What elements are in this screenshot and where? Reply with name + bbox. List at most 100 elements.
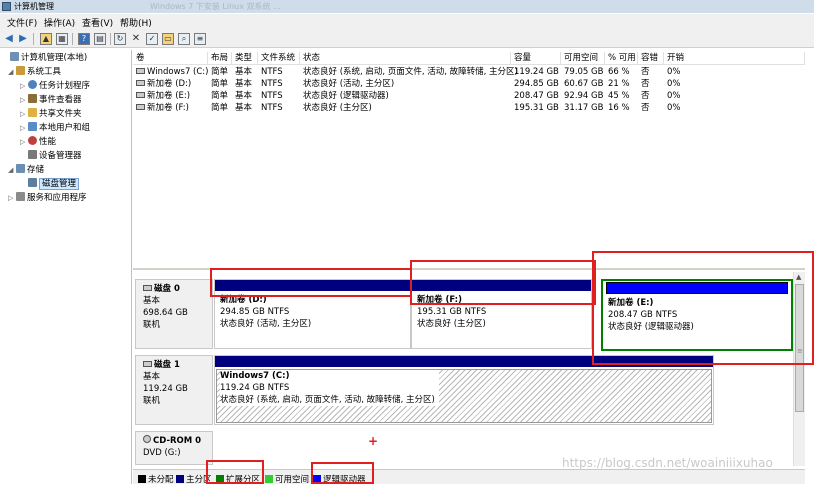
- menu-view[interactable]: 查看(V): [82, 16, 113, 29]
- table-cell: 状态良好 (活动, 主分区): [303, 79, 395, 89]
- table-cell-volume[interactable]: Windows7 (C:): [133, 66, 208, 78]
- table-cell: NTFS: [261, 67, 283, 77]
- expand-icon[interactable]: ▷: [20, 136, 28, 149]
- expand-icon[interactable]: ▷: [8, 192, 16, 205]
- column-header-layout[interactable]: 布局: [208, 52, 232, 65]
- expand-icon[interactable]: ▷: [20, 108, 28, 121]
- settings-icon[interactable]: ≡: [194, 33, 206, 45]
- services-icon: [16, 192, 25, 201]
- volume-list: 卷 布局 类型 文件系统 状态 容量 可用空间 % 可用 容错 开销 Windo…: [133, 52, 805, 267]
- tree-item-local-users[interactable]: ▷ 本地用户和组: [20, 122, 90, 135]
- tree-item-shared-folders[interactable]: ▷ 共享文件夹: [20, 108, 82, 121]
- table-cell: 否: [641, 79, 650, 89]
- table-cell: 208.47 GB: [514, 91, 559, 101]
- cdrom-icon: [143, 435, 151, 443]
- disk-1-type: 基本: [143, 372, 161, 382]
- title-bar: 计算机管理 Windows 7 下安装 Linux 双系统 ...: [0, 0, 814, 13]
- table-cell: 基本: [235, 91, 253, 101]
- search-icon[interactable]: ⌕: [178, 33, 190, 45]
- legend-free-space: 可用空间: [265, 473, 309, 484]
- expand-icon[interactable]: ▷: [20, 94, 28, 107]
- table-cell: 状态良好 (主分区): [303, 103, 372, 113]
- partition-c[interactable]: Windows7 (C:) 119.24 GB NTFS 状态良好 (系统, 启…: [214, 355, 714, 425]
- clock-icon: [28, 80, 37, 89]
- table-cell: 92.94 GB: [564, 91, 604, 101]
- tree-item-disk-management[interactable]: 磁盘管理: [20, 178, 80, 191]
- computer-management-icon: [2, 2, 11, 11]
- tree-item-services-apps[interactable]: ▷ 服务和应用程序: [8, 192, 87, 205]
- show-hide-tree-icon[interactable]: ▦: [56, 33, 68, 45]
- table-cell: 基本: [235, 67, 253, 77]
- column-header-filesystem[interactable]: 文件系统: [258, 52, 300, 65]
- tree-item-system-tools[interactable]: ◢ 系统工具: [8, 66, 61, 79]
- table-cell-volume[interactable]: 新加卷 (E:): [133, 90, 190, 102]
- partition-status: 状态良好 (系统, 启动, 页面文件, 活动, 故障转储, 主分区): [220, 395, 435, 405]
- table-cell-volume[interactable]: 新加卷 (D:): [133, 78, 191, 90]
- refresh-icon[interactable]: ↻: [114, 33, 126, 45]
- partition-status: 状态良好 (活动, 主分区): [220, 319, 312, 329]
- collapse-icon[interactable]: ◢: [8, 66, 16, 79]
- menu-bar: 文件(F) 操作(A) 查看(V) 帮助(H): [0, 14, 814, 30]
- device-manager-icon: [28, 150, 37, 159]
- window-title: 计算机管理: [14, 2, 54, 11]
- table-cell: 119.24 GB: [514, 67, 559, 77]
- annotation-box-extended-legend: [206, 460, 264, 484]
- annotation-box-logical-legend: [311, 462, 374, 484]
- background-window-title: Windows 7 下安装 Linux 双系统 ...: [150, 2, 281, 11]
- open-folder-icon[interactable]: ▭: [162, 33, 174, 45]
- expand-icon[interactable]: ▷: [20, 122, 28, 135]
- tree-item-event-viewer[interactable]: ▷ 事件查看器: [20, 94, 82, 107]
- table-cell: NTFS: [261, 79, 283, 89]
- column-header-status[interactable]: 状态: [300, 52, 511, 65]
- table-cell: 状态良好 (逻辑驱动器): [303, 91, 389, 101]
- volume-icon: [136, 92, 145, 98]
- table-cell: 16 %: [608, 103, 630, 113]
- partition-size: 195.31 GB NTFS: [417, 307, 487, 317]
- column-header-overhead[interactable]: 开销: [664, 52, 805, 65]
- disk-0-label[interactable]: 磁盘 0 基本 698.64 GB 联机: [135, 279, 213, 349]
- collapse-icon[interactable]: ◢: [8, 164, 16, 177]
- shared-folder-icon: [28, 108, 37, 117]
- column-header-free-space[interactable]: 可用空间: [561, 52, 605, 65]
- menu-file[interactable]: 文件(F): [7, 16, 37, 29]
- disk-0-type: 基本: [143, 296, 161, 306]
- disk-1-status: 联机: [143, 396, 161, 406]
- column-header-type[interactable]: 类型: [232, 52, 258, 65]
- expand-icon[interactable]: ▷: [20, 80, 28, 93]
- tree-item-performance[interactable]: ▷ 性能: [20, 136, 56, 149]
- help-icon[interactable]: ?: [78, 33, 90, 45]
- table-cell: 简单: [211, 79, 229, 89]
- column-header-percent-free[interactable]: % 可用: [605, 52, 638, 65]
- table-cell: 0%: [667, 67, 681, 77]
- column-header-volume[interactable]: 卷: [133, 52, 208, 65]
- delete-icon[interactable]: ✕: [130, 33, 142, 45]
- check-icon[interactable]: ✓: [146, 33, 158, 45]
- tree-item-computer-management[interactable]: 计算机管理(本地): [2, 52, 87, 65]
- tree-item-storage[interactable]: ◢ 存储: [8, 164, 44, 177]
- cdrom-0-label[interactable]: CD-ROM 0 DVD (G:): [135, 431, 213, 465]
- menu-help[interactable]: 帮助(H): [120, 16, 152, 29]
- tree-item-device-manager[interactable]: 设备管理器: [20, 150, 82, 163]
- up-folder-icon[interactable]: ▲: [40, 33, 52, 45]
- cdrom-0-drive: DVD (G:): [143, 448, 181, 458]
- column-header-capacity[interactable]: 容量: [511, 52, 561, 65]
- partition-size: 294.85 GB NTFS: [220, 307, 290, 317]
- partition-status: 状态良好 (主分区): [417, 319, 486, 329]
- table-cell: 基本: [235, 79, 253, 89]
- properties-icon[interactable]: ▤: [94, 33, 106, 45]
- users-icon: [28, 122, 37, 131]
- menu-action[interactable]: 操作(A): [44, 16, 75, 29]
- back-arrow-icon[interactable]: ◀: [3, 33, 15, 45]
- column-header-fault-tolerance[interactable]: 容错: [638, 52, 664, 65]
- table-cell: 否: [641, 103, 650, 113]
- forward-arrow-icon[interactable]: ▶: [17, 33, 29, 45]
- table-cell: 0%: [667, 79, 681, 89]
- tree-item-task-scheduler[interactable]: ▷ 任务计划程序: [20, 80, 90, 93]
- table-cell: 294.85 GB: [514, 79, 559, 89]
- annotation-plus-mark: +: [368, 434, 379, 448]
- disk-1-label[interactable]: 磁盘 1 基本 119.24 GB 联机: [135, 355, 213, 425]
- disk-0-size: 698.64 GB: [143, 308, 188, 318]
- table-cell-volume[interactable]: 新加卷 (F:): [133, 102, 189, 114]
- toolbar-separator: [33, 33, 34, 45]
- volume-icon: [136, 68, 145, 74]
